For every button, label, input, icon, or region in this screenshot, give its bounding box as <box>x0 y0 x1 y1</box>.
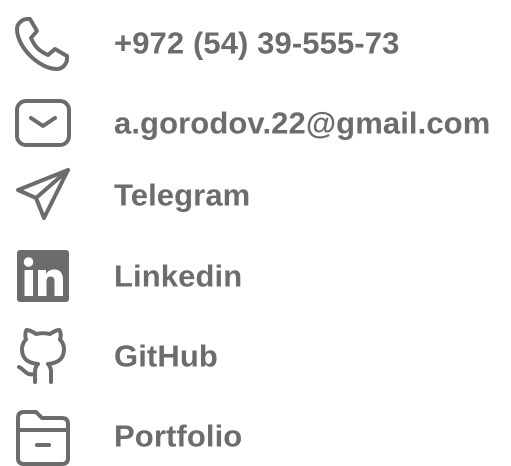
contact-phone-link[interactable]: +972 (54) 39-555-73 <box>0 13 511 73</box>
contact-telegram-link[interactable]: Telegram <box>0 165 511 225</box>
contact-github-label: GitHub <box>114 338 218 374</box>
linkedin-icon <box>12 246 74 306</box>
contact-email-link[interactable]: a.gorodov.22@gmail.com <box>0 93 511 153</box>
contact-portfolio-label: Portfolio <box>114 418 243 454</box>
contact-github-link[interactable]: GitHub <box>0 326 511 386</box>
phone-icon <box>12 13 74 73</box>
contact-telegram-label: Telegram <box>114 177 251 213</box>
contact-linkedin-label: Linkedin <box>114 258 243 294</box>
telegram-icon <box>12 165 74 225</box>
contact-email-label: a.gorodov.22@gmail.com <box>114 105 491 141</box>
folder-icon <box>12 406 74 466</box>
contact-list: +972 (54) 39-555-73 a.gorodov.22@gmail.c… <box>0 0 511 466</box>
contact-portfolio-link[interactable]: Portfolio <box>0 406 511 466</box>
contact-phone-label: +972 (54) 39-555-73 <box>114 25 400 61</box>
github-icon <box>12 326 74 386</box>
mail-icon <box>12 93 74 153</box>
contact-linkedin-link[interactable]: Linkedin <box>0 246 511 306</box>
